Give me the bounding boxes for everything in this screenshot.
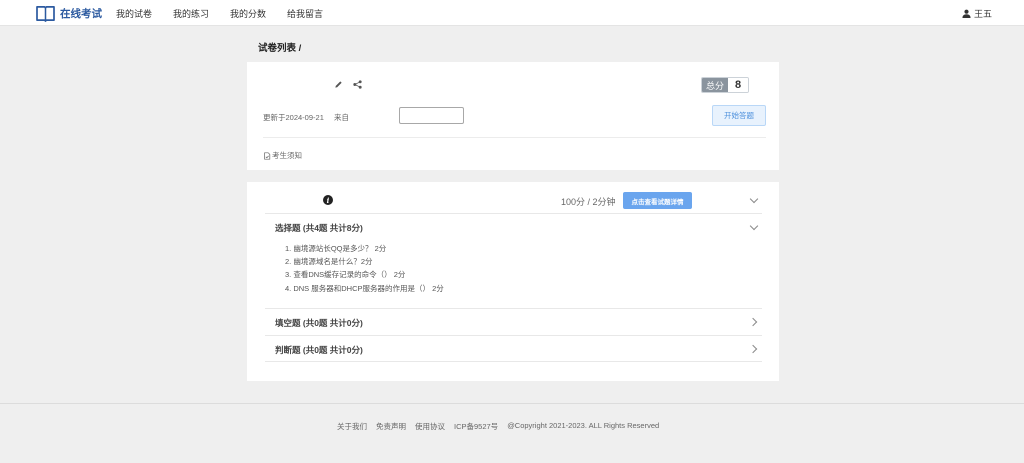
top-navbar: 在线考试 我的试卷 我的练习 我的分数 给我留言 王五 (0, 0, 1024, 26)
question-list: 1. 幽境源站长QQ是多少？ 2分 2. 幽境源域名是什么？2分 3. 查看DN… (285, 242, 444, 295)
breadcrumb: 试卷列表 / (258, 43, 302, 54)
start-exam-button[interactable]: 开始答题 (712, 105, 766, 126)
chevron-down-icon[interactable] (749, 221, 759, 231)
footer-terms-link[interactable]: 使用协议 (415, 421, 445, 432)
chevron-right-icon[interactable] (748, 344, 758, 354)
updated-date: 更新于2024-09-21 (263, 113, 324, 122)
info-icon: i (323, 195, 333, 205)
list-item[interactable]: 1. 幽境源站长QQ是多少？ 2分 (285, 242, 444, 255)
list-item[interactable]: 3. 查看DNS缓存记录的命令（） 2分 (285, 268, 444, 281)
source-field[interactable] (399, 107, 464, 124)
user-icon (962, 9, 971, 18)
user-name: 王五 (973, 8, 992, 19)
footer-about-link[interactable]: 关于我们 (337, 421, 367, 432)
section-fill-blank[interactable]: 填空题 (共0题 共计0分) (275, 317, 363, 329)
exam-info-card: 总分 8 更新于2024-09-21 来自 开始答题 考生须知 (247, 62, 779, 170)
nav-my-practice[interactable]: 我的练习 (173, 7, 209, 20)
footer-links: 关于我们 免责声明 使用协议 ICP备9527号 @Copyright 2021… (337, 421, 668, 432)
user-menu[interactable]: 王五 (962, 0, 992, 26)
nav-leave-message[interactable]: 给我留言 (287, 7, 323, 20)
footer-icp: ICP备9527号 (454, 422, 499, 431)
document-icon (264, 151, 271, 160)
exam-notice-link[interactable]: 考生须知 (263, 150, 302, 161)
open-book-icon (36, 5, 55, 22)
divider (265, 335, 762, 336)
chevron-right-icon[interactable] (748, 317, 758, 327)
footer-disclaimer-link[interactable]: 免责声明 (376, 421, 406, 432)
question-summary-card: i 100分 / 2分钟 点击查看试题详情 选择题 (共4题 共计8分) 1. … (247, 182, 779, 381)
list-item[interactable]: 2. 幽境源域名是什么？2分 (285, 255, 444, 268)
divider (265, 213, 762, 214)
divider (265, 308, 762, 309)
total-score-value: 8 (728, 78, 749, 92)
logo[interactable]: 在线考试 (36, 3, 102, 23)
divider (263, 137, 766, 138)
section-true-false[interactable]: 判断题 (共0题 共计0分) (275, 344, 363, 356)
nav-my-scores[interactable]: 我的分数 (230, 7, 266, 20)
from-label: 来自 (334, 113, 349, 122)
title-actions (334, 80, 372, 89)
footer-copyright: @Copyright 2021-2023. ALL Rights Reserve… (507, 421, 660, 430)
section-multiple-choice[interactable]: 选择题 (共4题 共计8分) (275, 222, 363, 234)
list-item[interactable]: 4. DNS 服务器和DHCP服务器的作用是（） 2分 (285, 282, 444, 295)
main-nav: 我的试卷 我的练习 我的分数 给我留言 (116, 0, 344, 26)
total-score-badge: 总分 8 (701, 77, 750, 93)
logo-text: 在线考试 (60, 7, 102, 20)
chevron-down-icon[interactable] (749, 194, 759, 204)
share-icon[interactable] (353, 80, 362, 89)
nav-my-exams[interactable]: 我的试卷 (116, 7, 152, 20)
score-duration: 100分 / 2分钟 (561, 197, 616, 207)
exam-notice-label: 考生须知 (272, 151, 302, 160)
view-details-button[interactable]: 点击查看试题详情 (623, 192, 692, 209)
footer: 关于我们 免责声明 使用协议 ICP备9527号 @Copyright 2021… (0, 403, 1024, 463)
divider (265, 361, 762, 362)
total-score-label: 总分 (702, 78, 729, 92)
edit-icon[interactable] (334, 80, 343, 89)
